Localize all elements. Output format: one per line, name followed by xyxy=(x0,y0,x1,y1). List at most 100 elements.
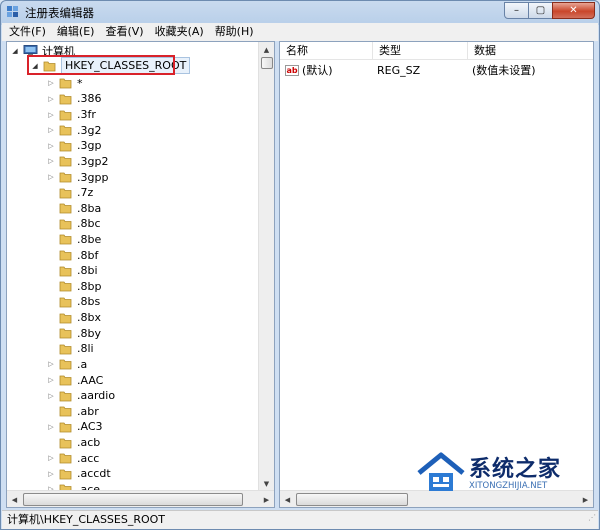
scroll-right-arrow-icon[interactable]: ▶ xyxy=(259,492,274,507)
status-bar: 计算机\HKEY_CLASSES_ROOT ⋰ xyxy=(2,510,598,529)
expand-arrow-icon[interactable]: ▷ xyxy=(47,79,55,87)
expand-arrow-icon[interactable]: ▷ xyxy=(47,142,55,150)
folder-icon xyxy=(59,313,72,323)
watermark-url: XITONGZHIJIA.NET xyxy=(469,481,548,491)
expand-arrow-icon[interactable]: ▷ xyxy=(47,126,55,134)
tree-label: .8bp xyxy=(77,279,102,293)
column-name[interactable]: 名称 xyxy=(280,42,373,59)
folder-icon xyxy=(59,94,72,105)
watermark-brand: 系统之家 xyxy=(469,457,562,482)
tree-node[interactable]: .8be xyxy=(47,232,101,248)
expand-arrow-icon[interactable]: ▷ xyxy=(47,173,55,181)
minimize-icon: – xyxy=(514,5,519,16)
resize-grip-icon[interactable]: ⋰ xyxy=(588,509,596,527)
tree-label: .a xyxy=(77,357,88,371)
collapse-arrow-icon[interactable]: ◢ xyxy=(11,47,19,55)
folder-icon xyxy=(59,328,72,339)
folder-icon xyxy=(59,344,72,355)
scroll-left-arrow-icon[interactable]: ◀ xyxy=(7,492,22,507)
tree-label: .3gpp xyxy=(77,170,109,184)
menu-edit[interactable]: 编辑(E) xyxy=(53,23,99,41)
window-controls: – ▢ ✕ xyxy=(504,2,595,20)
expand-arrow-icon[interactable]: ▷ xyxy=(47,95,55,103)
tree-label: .3gp2 xyxy=(77,154,109,168)
tree-node[interactable]: ▷ .3gp xyxy=(47,138,101,154)
value-name: (默认) xyxy=(302,64,333,77)
tree-node[interactable]: ▷ * xyxy=(47,76,82,92)
tree-label: .8bc xyxy=(77,217,101,231)
key-tree-pane[interactable]: ◢ 计算机 ◢ HKEY_CLASSES_ROOT ▷ * ▷ .386 ▷ .3fr ▷.… xyxy=(6,41,275,508)
vertical-scroll-thumb[interactable] xyxy=(261,57,273,69)
expand-arrow-icon[interactable]: ▷ xyxy=(47,157,55,165)
tree-node[interactable]: .7z xyxy=(47,185,93,201)
expand-arrow-icon[interactable]: ▷ xyxy=(47,470,55,478)
scroll-left-arrow-icon[interactable]: ◀ xyxy=(280,492,295,507)
minimize-button[interactable]: – xyxy=(504,2,529,19)
tree-node[interactable]: ▷ .3fr xyxy=(47,107,96,123)
tree-label: .acb xyxy=(77,436,101,450)
menu-view[interactable]: 查看(V) xyxy=(101,23,147,41)
column-data[interactable]: 数据 xyxy=(468,42,593,59)
tree-node[interactable]: ▷ .accdt xyxy=(47,466,110,482)
key-tree: ◢ 计算机 ◢ HKEY_CLASSES_ROOT ▷ * ▷ .386 ▷ .3fr ▷.… xyxy=(7,42,259,491)
tree-node[interactable]: .acb xyxy=(47,435,100,451)
tree-node[interactable]: .8ba xyxy=(47,200,101,216)
expand-arrow-icon[interactable]: ▷ xyxy=(47,392,55,400)
menu-favorites[interactable]: 收藏夹(A) xyxy=(151,23,208,41)
folder-icon xyxy=(59,188,72,199)
value-row-default[interactable]: ab (默认) REG_SZ (数值未设置) xyxy=(280,62,593,78)
tree-horizontal-scrollbar[interactable]: ◀ ▶ xyxy=(7,490,274,507)
tree-node[interactable]: .8li xyxy=(47,341,94,357)
folder-icon xyxy=(59,469,72,480)
tree-node[interactable]: .8bp xyxy=(47,279,101,295)
column-type[interactable]: 类型 xyxy=(373,42,468,59)
folder-icon xyxy=(59,406,72,417)
tree-node[interactable]: .8bs xyxy=(47,294,100,310)
tree-node[interactable]: ▷ .386 xyxy=(47,91,101,107)
scroll-up-arrow-icon[interactable]: ▲ xyxy=(259,42,274,57)
expand-arrow-icon[interactable]: ▷ xyxy=(47,454,55,462)
folder-icon xyxy=(59,281,72,292)
tree-label: .AAC xyxy=(77,373,104,387)
tree-node[interactable]: ▷ .3gp2 xyxy=(47,154,108,170)
folder-icon xyxy=(59,235,72,245)
tree-label: .8bx xyxy=(77,311,101,325)
tree-label: .3fr xyxy=(77,108,96,122)
tree-node[interactable]: .8bc xyxy=(47,216,101,232)
tree-node[interactable]: ▷ .a xyxy=(47,357,87,373)
tree-node[interactable]: ▷ .AC3 xyxy=(47,419,102,435)
tree-node[interactable]: .8bx xyxy=(47,310,101,326)
menu-help[interactable]: 帮助(H) xyxy=(211,23,258,41)
expand-arrow-icon[interactable]: ▷ xyxy=(47,111,55,119)
tree-node[interactable]: ▷ .3gpp xyxy=(47,169,108,185)
scroll-down-arrow-icon[interactable]: ▼ xyxy=(259,476,274,491)
menu-file[interactable]: 文件(F) xyxy=(5,23,50,41)
tree-node[interactable]: ▷ .aardio xyxy=(47,388,115,404)
expand-arrow-icon[interactable]: ▷ xyxy=(47,360,55,368)
tree-node[interactable]: .8bi xyxy=(47,263,98,279)
close-button[interactable]: ✕ xyxy=(552,2,595,19)
tree-vertical-scrollbar[interactable]: ▲ ▼ xyxy=(258,42,274,491)
tree-node[interactable]: .8by xyxy=(47,325,101,341)
expand-arrow-icon[interactable]: ▷ xyxy=(47,376,55,384)
tree-node[interactable]: .abr xyxy=(47,404,99,420)
title-bar[interactable]: 注册表编辑器 – ▢ ✕ xyxy=(1,1,599,23)
horizontal-scroll-thumb[interactable] xyxy=(296,493,408,506)
maximize-button[interactable]: ▢ xyxy=(528,2,553,19)
tree-node[interactable]: .8bf xyxy=(47,247,98,263)
tree-node[interactable]: ▷ .acc xyxy=(47,450,99,466)
expand-arrow-icon[interactable]: ▷ xyxy=(47,423,55,431)
tree-label: .3gp xyxy=(77,139,102,153)
tree-label: .8bi xyxy=(77,264,98,278)
folder-icon xyxy=(59,203,72,214)
folder-icon xyxy=(59,110,72,120)
registry-editor-app-icon xyxy=(7,6,18,17)
tree-node[interactable]: ▷ .3g2 xyxy=(47,122,101,138)
tree-node[interactable]: ▷ .AAC xyxy=(47,372,103,388)
folder-icon xyxy=(59,156,72,167)
horizontal-scroll-thumb[interactable] xyxy=(23,493,243,506)
tree-label: .aardio xyxy=(77,389,116,403)
string-value-icon: ab xyxy=(285,64,299,76)
folder-icon xyxy=(59,375,72,386)
values-pane[interactable]: 名称 类型 数据 ab (默认) REG_SZ (数值未设置) ◀ ▶ xyxy=(279,41,594,508)
